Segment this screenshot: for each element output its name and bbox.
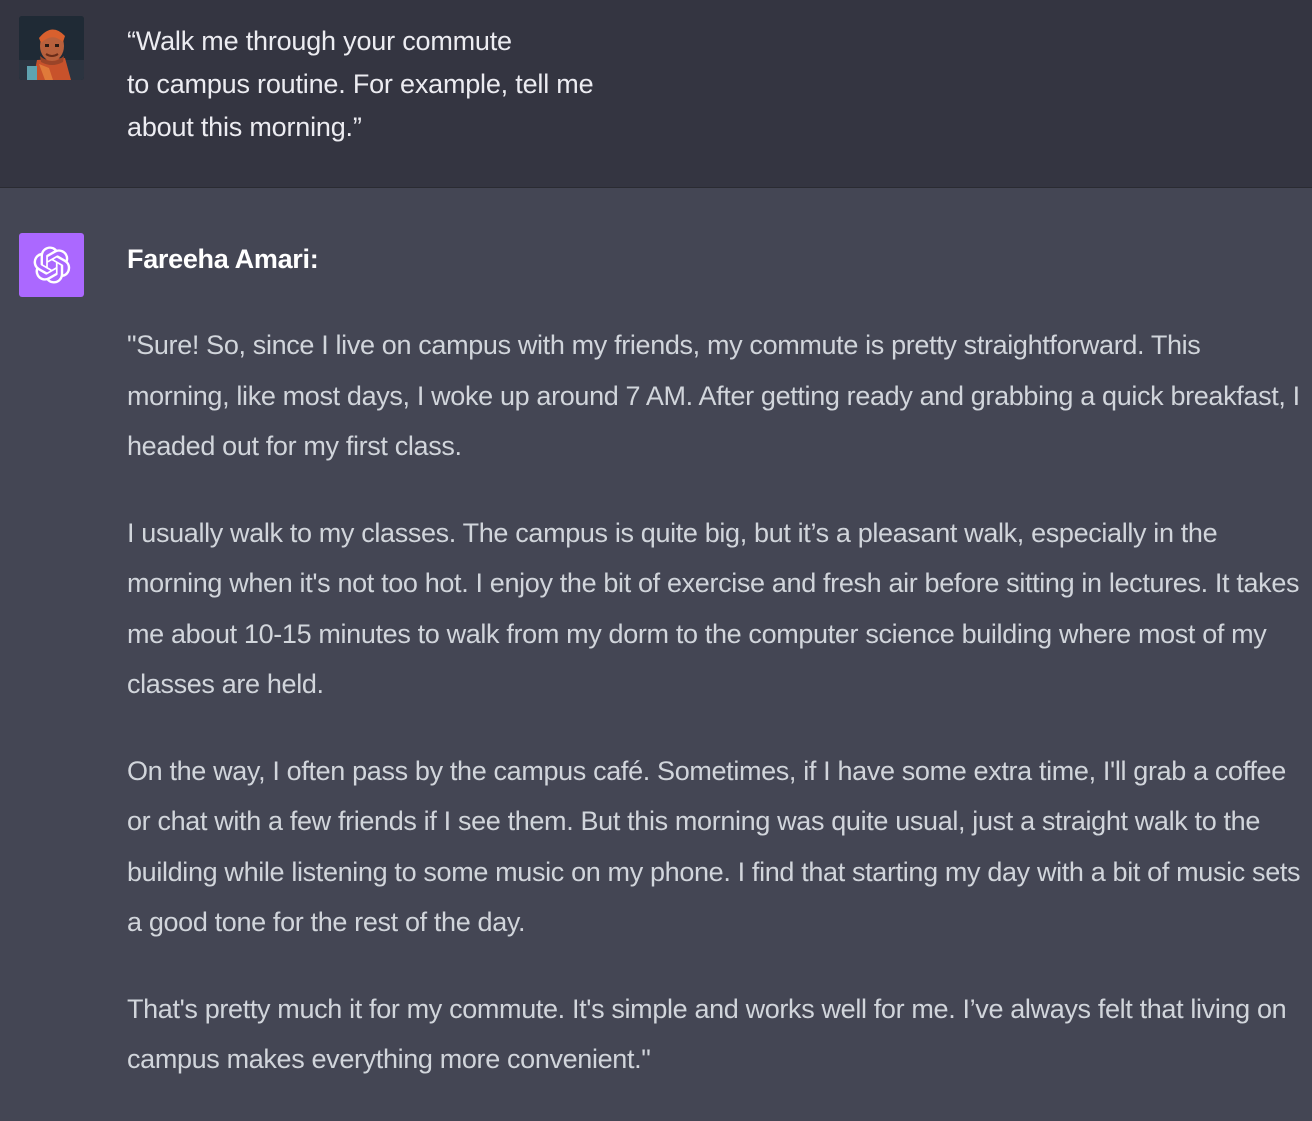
message-paragraph: "Sure! So, since I live on campus with m… <box>127 330 1300 461</box>
speaker-name: Fareeha Amari: <box>127 244 319 274</box>
user-message-text: “Walk me through your commute to campus … <box>127 26 594 142</box>
assistant-message: Fareeha Amari: "Sure! So, since I live o… <box>0 189 1312 1106</box>
message-paragraph: I usually walk to my classes. The campus… <box>127 517 1300 700</box>
user-message: “Walk me through your commute to campus … <box>0 0 1312 188</box>
message-paragraph: That's pretty much it for my commute. It… <box>127 993 1287 1075</box>
assistant-message-body: "Sure! So, since I live on campus with m… <box>127 320 1307 1121</box>
user-avatar-icon <box>19 16 84 80</box>
openai-logo-icon <box>19 233 84 297</box>
message-paragraph: On the way, I often pass by the campus c… <box>127 755 1301 938</box>
